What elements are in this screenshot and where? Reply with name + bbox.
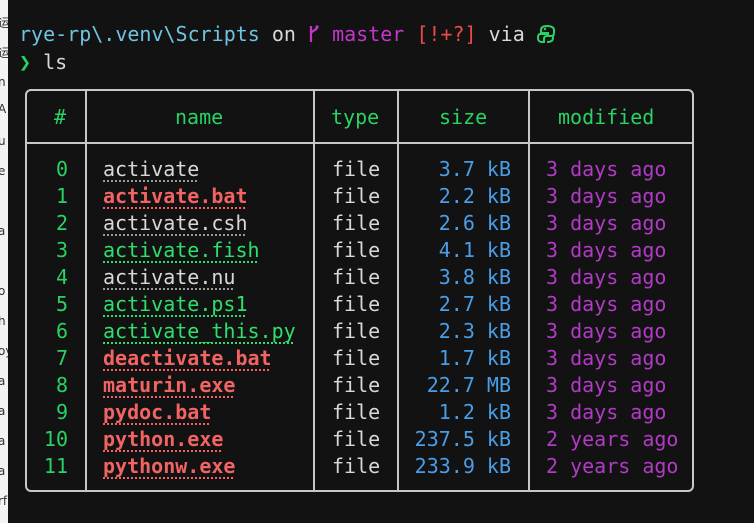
file-name: activate: [103, 157, 200, 181]
file-type: file: [332, 157, 381, 181]
row-index: 6: [55, 319, 68, 343]
file-name: pythonw.exe: [103, 454, 236, 478]
file-modified: 2 years ago: [546, 454, 679, 478]
file-modified: 2 years ago: [546, 427, 679, 451]
file-size: 1.7 kB: [438, 346, 511, 370]
file-name: pydoc.bat: [103, 400, 212, 424]
prompt-path: rye-rp\.venv\Scripts: [19, 22, 260, 46]
file-name: activate_this.py: [103, 319, 296, 343]
header-modified: modified: [558, 105, 655, 129]
row-index: 4: [55, 265, 68, 289]
file-type: file: [332, 211, 381, 235]
file-size: 2.2 kB: [438, 184, 511, 208]
prompt-git-status: [!+?]: [416, 22, 477, 46]
table-row: 1 activate.bat file 2.2 kB 3 days ago: [27, 183, 692, 210]
file-modified: 3 days ago: [546, 184, 667, 208]
row-index: 0: [55, 157, 68, 181]
row-index: 9: [55, 400, 68, 424]
shell-prompt: rye-rp\.venv\Scripts on master [!+?] via: [19, 20, 557, 48]
file-type: file: [332, 184, 381, 208]
file-type: file: [332, 292, 381, 316]
table-row: 9 pydoc.bat file 1.2 kB 3 days ago: [27, 399, 692, 426]
background-window-edge: 运 运 n A u e a o h oy a a a a rf: [0, 0, 8, 523]
file-modified: 3 days ago: [546, 265, 667, 289]
file-name: activate.ps1: [103, 292, 248, 316]
table-row: 5 activate.ps1 file 2.7 kB 3 days ago: [27, 291, 692, 318]
file-size: 3.7 kB: [438, 157, 511, 181]
prompt-branch: master: [332, 22, 405, 46]
row-index: 10: [43, 427, 68, 451]
file-name: activate.fish: [103, 238, 260, 262]
file-type: file: [332, 346, 381, 370]
row-index: 1: [55, 184, 68, 208]
file-name: maturin.exe: [103, 373, 236, 397]
row-index: 11: [43, 454, 68, 478]
table-row: 11 pythonw.exe file 233.9 kB 2 years ago: [27, 453, 692, 480]
table-row: 2 activate.csh file 2.6 kB 3 days ago: [27, 210, 692, 237]
row-index: 5: [55, 292, 68, 316]
file-size: 4.1 kB: [438, 238, 511, 262]
header-divider: [27, 142, 692, 144]
table-row: 3 activate.fish file 4.1 kB 3 days ago: [27, 237, 692, 264]
file-name: deactivate.bat: [103, 346, 272, 370]
file-modified: 3 days ago: [546, 292, 667, 316]
file-type: file: [332, 265, 381, 289]
header-type: type: [331, 105, 380, 129]
terminal-window[interactable]: rye-rp\.venv\Scripts on master [!+?] via…: [8, 0, 754, 523]
table-row: 7 deactivate.bat file 1.7 kB 3 days ago: [27, 345, 692, 372]
file-type: file: [332, 238, 381, 262]
row-index: 8: [55, 373, 68, 397]
prompt-via-word: via: [488, 22, 525, 46]
row-index: 7: [55, 346, 68, 370]
table-row: 8 maturin.exe file 22.7 MB 3 days ago: [27, 372, 692, 399]
file-size: 237.5 kB: [414, 427, 511, 451]
file-modified: 3 days ago: [546, 319, 667, 343]
file-size: 233.9 kB: [414, 454, 511, 478]
table-row: 0 activate file 3.7 kB 3 days ago: [27, 156, 692, 183]
ls-output-table: # name type size modified 0 activate file 3…: [25, 89, 694, 492]
prompt-on-word: on: [271, 22, 296, 46]
prompt-caret: ❯: [19, 50, 32, 74]
file-modified: 3 days ago: [546, 157, 667, 181]
file-modified: 3 days ago: [546, 373, 667, 397]
command-text: ls: [43, 50, 68, 74]
file-size: 3.8 kB: [438, 265, 511, 289]
file-size: 22.7 MB: [426, 373, 511, 397]
file-name: activate.csh: [103, 211, 248, 235]
file-type: file: [332, 373, 381, 397]
file-size: 1.2 kB: [438, 400, 511, 424]
git-branch-icon: [309, 25, 319, 42]
header-index: #: [54, 105, 67, 129]
row-index: 3: [55, 238, 68, 262]
header-name: name: [175, 105, 224, 129]
file-name: activate.nu: [103, 265, 236, 289]
file-type: file: [332, 454, 381, 478]
file-name: activate.bat: [103, 184, 248, 208]
header-size: size: [439, 105, 488, 129]
file-modified: 3 days ago: [546, 400, 667, 424]
file-modified: 3 days ago: [546, 211, 667, 235]
table-row: 10 python.exe file 237.5 kB 2 years ago: [27, 426, 692, 453]
file-modified: 3 days ago: [546, 238, 667, 262]
file-type: file: [332, 400, 381, 424]
table-row: 6 activate_this.py file 2.3 kB 3 days ago: [27, 318, 692, 345]
file-modified: 3 days ago: [546, 346, 667, 370]
table-row: 4 activate.nu file 3.8 kB 3 days ago: [27, 264, 692, 291]
row-index: 2: [55, 211, 68, 235]
file-size: 2.6 kB: [438, 211, 511, 235]
command-line[interactable]: ❯ ls: [19, 48, 67, 76]
python-icon: [536, 24, 555, 43]
file-name: python.exe: [103, 427, 224, 451]
file-size: 2.7 kB: [438, 292, 511, 316]
file-type: file: [332, 427, 381, 451]
file-size: 2.3 kB: [438, 319, 511, 343]
file-type: file: [332, 319, 381, 343]
